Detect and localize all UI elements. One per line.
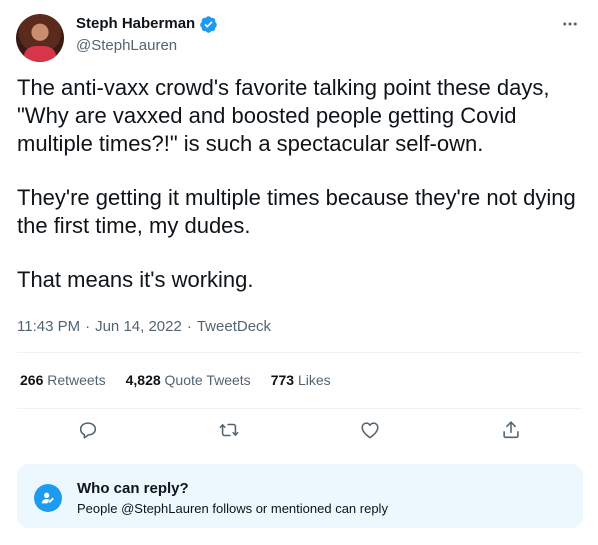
likes-count: 773 bbox=[270, 372, 295, 388]
share-button[interactable] bbox=[494, 416, 528, 444]
more-options-button[interactable] bbox=[558, 12, 582, 36]
avatar[interactable] bbox=[16, 14, 64, 62]
quote-tweets-stat[interactable]: 4,828 Quote Tweets bbox=[126, 370, 251, 390]
reply-button[interactable] bbox=[71, 416, 105, 444]
tweet-paragraph: They're getting it multiple times becaus… bbox=[17, 185, 576, 238]
retweets-label: Retweets bbox=[47, 372, 106, 388]
retweets-stat[interactable]: 266 Retweets bbox=[20, 370, 106, 390]
meta-separator: · bbox=[85, 318, 91, 335]
like-button[interactable] bbox=[353, 416, 387, 444]
more-icon bbox=[563, 22, 577, 26]
tweet-meta: 11:43 PM · Jun 14, 2022 · TweetDeck bbox=[17, 317, 271, 337]
tweet-time[interactable]: 11:43 PM bbox=[17, 317, 80, 337]
quote-tweets-label: Quote Tweets bbox=[164, 372, 251, 388]
who-can-reply-title: Who can reply? bbox=[77, 480, 189, 497]
who-can-reply-box: Who can reply? People @StephLauren follo… bbox=[17, 464, 583, 528]
verified-badge-icon bbox=[199, 15, 218, 34]
author-handle[interactable]: @StephLauren bbox=[76, 36, 177, 56]
quote-tweets-count: 4,828 bbox=[125, 372, 161, 388]
author-name-row: Steph Haberman bbox=[76, 14, 218, 34]
share-icon bbox=[503, 421, 520, 439]
tweet-text: The anti-vaxx crowd's favorite talking p… bbox=[17, 74, 587, 320]
like-icon bbox=[361, 422, 379, 439]
tweet-actions bbox=[17, 416, 582, 444]
retweet-icon bbox=[219, 423, 239, 437]
tweet-source[interactable]: TweetDeck bbox=[197, 317, 271, 337]
tweet-stats: 266 Retweets 4,828 Quote Tweets 773 Like… bbox=[20, 370, 331, 390]
meta-separator: · bbox=[186, 318, 192, 335]
mention-user-icon bbox=[34, 484, 62, 512]
divider bbox=[17, 408, 582, 409]
tweet-paragraph: That means it's working. bbox=[17, 267, 254, 292]
who-can-reply-description: People @StephLauren follows or mentioned… bbox=[77, 501, 388, 516]
author-display-name[interactable]: Steph Haberman bbox=[76, 14, 195, 34]
retweets-count: 266 bbox=[20, 372, 44, 388]
retweet-button[interactable] bbox=[212, 416, 246, 444]
tweet-date[interactable]: Jun 14, 2022 bbox=[95, 317, 182, 337]
reply-icon bbox=[79, 422, 96, 439]
avatar-shirt bbox=[24, 46, 56, 62]
tweet-paragraph: The anti-vaxx crowd's favorite talking p… bbox=[17, 75, 550, 156]
likes-label: Likes bbox=[297, 372, 331, 388]
likes-stat[interactable]: 773 Likes bbox=[271, 370, 331, 390]
divider bbox=[17, 352, 582, 353]
